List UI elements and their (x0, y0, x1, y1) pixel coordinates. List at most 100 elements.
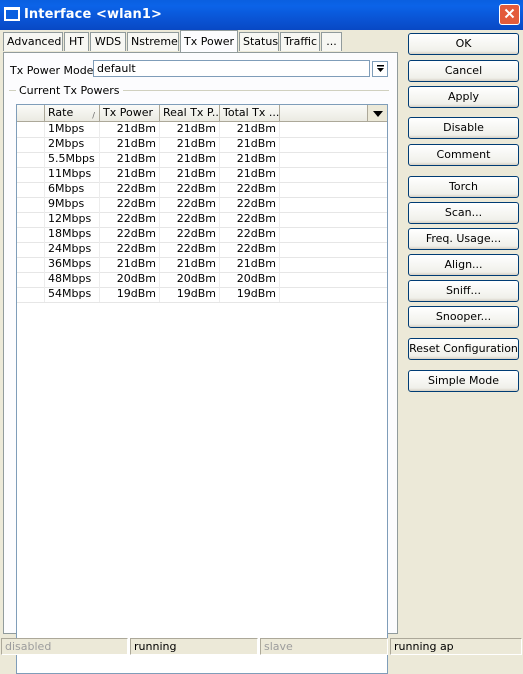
column-menu-button[interactable] (368, 105, 387, 121)
table-row[interactable]: 2Mbps 21dBm 21dBm 21dBm (17, 137, 387, 153)
real-tx-power-cell: 21dBm (160, 152, 220, 167)
total-tx-power-cell: 22dBm (220, 182, 280, 197)
simple-mode-button[interactable]: Simple Mode (408, 370, 519, 392)
tab-nstreme[interactable]: Nstreme (127, 32, 179, 51)
tx-power-cell: 19dBm (100, 287, 160, 302)
table-row[interactable]: 9Mbps 22dBm 22dBm 22dBm (17, 197, 387, 213)
real-tx-power-cell: 22dBm (160, 197, 220, 212)
snooper-button[interactable]: Snooper... (408, 306, 519, 328)
tx-power-cell: 22dBm (100, 182, 160, 197)
close-button[interactable] (499, 4, 520, 25)
tab-advanced[interactable]: Advanced (3, 32, 63, 51)
status-disabled: disabled (1, 638, 128, 655)
disable-button[interactable]: Disable (408, 117, 519, 139)
real-tx-power-cell: 21dBm (160, 122, 220, 137)
column-header-filler (280, 105, 368, 121)
table-row[interactable]: 1Mbps 21dBm 21dBm 21dBm (17, 122, 387, 138)
tx-power-table: Rate / Tx Power Real Tx P... Total Tx ..… (16, 104, 388, 674)
column-header-rate[interactable]: Rate / (45, 105, 100, 121)
table-row[interactable]: 11Mbps 21dBm 21dBm 21dBm (17, 167, 387, 183)
row-marker-cell (17, 152, 45, 167)
column-header-total-tx-power[interactable]: Total Tx ... (220, 105, 280, 121)
rate-cell: 6Mbps (45, 182, 100, 197)
row-marker-cell (17, 137, 45, 152)
total-tx-power-cell: 22dBm (220, 212, 280, 227)
real-tx-power-cell: 22dBm (160, 182, 220, 197)
interface-window: Interface <wlan1> Advanced HT WDS Nstrem… (0, 0, 523, 674)
rate-cell: 54Mbps (45, 287, 100, 302)
table-row[interactable]: 24Mbps 22dBm 22dBm 22dBm (17, 242, 387, 258)
tx-power-cell: 21dBm (100, 137, 160, 152)
total-tx-power-cell: 19dBm (220, 287, 280, 302)
total-tx-power-cell: 21dBm (220, 122, 280, 137)
tx-power-cell: 21dBm (100, 152, 160, 167)
sniff-button[interactable]: Sniff... (408, 280, 519, 302)
status-mode: running ap (390, 638, 522, 655)
torch-button[interactable]: Torch (408, 176, 519, 198)
tx-power-cell: 21dBm (100, 122, 160, 137)
rate-cell: 24Mbps (45, 242, 100, 257)
tx-power-cell: 22dBm (100, 242, 160, 257)
column-header-real-tx-power[interactable]: Real Tx P... (160, 105, 220, 121)
ok-button[interactable]: OK (408, 33, 519, 55)
rate-cell: 11Mbps (45, 167, 100, 182)
tab-ht[interactable]: HT (64, 32, 89, 51)
row-marker-cell (17, 257, 45, 272)
reset-configuration-button[interactable]: Reset Configuration (408, 338, 519, 360)
table-row[interactable]: 36Mbps 21dBm 21dBm 21dBm (17, 257, 387, 273)
tab-wds[interactable]: WDS (90, 32, 126, 51)
table-row[interactable]: 6Mbps 22dBm 22dBm 22dBm (17, 182, 387, 198)
column-header-blank[interactable] (17, 105, 45, 121)
title-bar[interactable]: Interface <wlan1> (0, 0, 523, 30)
dropdown-arrow-icon (376, 63, 385, 76)
tab-traffic[interactable]: Traffic (280, 32, 320, 51)
total-tx-power-cell: 20dBm (220, 272, 280, 287)
real-tx-power-cell: 21dBm (160, 257, 220, 272)
rate-cell: 2Mbps (45, 137, 100, 152)
tab-tx-power[interactable]: Tx Power (180, 30, 238, 52)
rate-cell: 36Mbps (45, 257, 100, 272)
total-tx-power-cell: 22dBm (220, 197, 280, 212)
table-row[interactable]: 5.5Mbps 21dBm 21dBm 21dBm (17, 152, 387, 168)
close-icon (504, 8, 515, 22)
real-tx-power-cell: 22dBm (160, 227, 220, 242)
column-menu-icon (372, 107, 383, 120)
tx-power-mode-dropdown-button[interactable] (372, 61, 388, 77)
row-marker-cell (17, 212, 45, 227)
total-tx-power-cell: 21dBm (220, 257, 280, 272)
tx-power-cell: 21dBm (100, 167, 160, 182)
total-tx-power-cell: 22dBm (220, 227, 280, 242)
sort-arrow-icon: / (92, 111, 95, 120)
tx-power-mode-select[interactable]: default (93, 60, 370, 77)
freq-usage-button[interactable]: Freq. Usage... (408, 228, 519, 250)
rate-cell: 18Mbps (45, 227, 100, 242)
tx-power-cell: 22dBm (100, 227, 160, 242)
cancel-button[interactable]: Cancel (408, 60, 519, 82)
tx-power-cell: 22dBm (100, 197, 160, 212)
total-tx-power-cell: 21dBm (220, 137, 280, 152)
total-tx-power-cell: 21dBm (220, 152, 280, 167)
row-marker-cell (17, 227, 45, 242)
table-row[interactable]: 18Mbps 22dBm 22dBm 22dBm (17, 227, 387, 243)
table-row[interactable]: 48Mbps 20dBm 20dBm 20dBm (17, 272, 387, 288)
window-icon (4, 7, 20, 21)
tab-status[interactable]: Status (239, 32, 279, 51)
real-tx-power-cell: 22dBm (160, 242, 220, 257)
tx-power-mode-label: Tx Power Mode: (10, 64, 98, 77)
table-row[interactable]: 12Mbps 22dBm 22dBm 22dBm (17, 212, 387, 228)
real-tx-power-cell: 21dBm (160, 167, 220, 182)
row-marker-cell (17, 182, 45, 197)
column-header-tx-power[interactable]: Tx Power (100, 105, 160, 121)
apply-button[interactable]: Apply (408, 86, 519, 108)
rate-cell: 9Mbps (45, 197, 100, 212)
table-row[interactable]: 54Mbps 19dBm 19dBm 19dBm (17, 287, 387, 303)
tab-more[interactable]: ... (321, 32, 342, 51)
table-header: Rate / Tx Power Real Tx P... Total Tx ..… (17, 105, 387, 122)
scan-button[interactable]: Scan... (408, 202, 519, 224)
align-button[interactable]: Align... (408, 254, 519, 276)
rate-cell: 1Mbps (45, 122, 100, 137)
tx-power-cell: 22dBm (100, 212, 160, 227)
comment-button[interactable]: Comment (408, 144, 519, 166)
row-marker-cell (17, 272, 45, 287)
column-header-rate-label: Rate (48, 106, 74, 119)
